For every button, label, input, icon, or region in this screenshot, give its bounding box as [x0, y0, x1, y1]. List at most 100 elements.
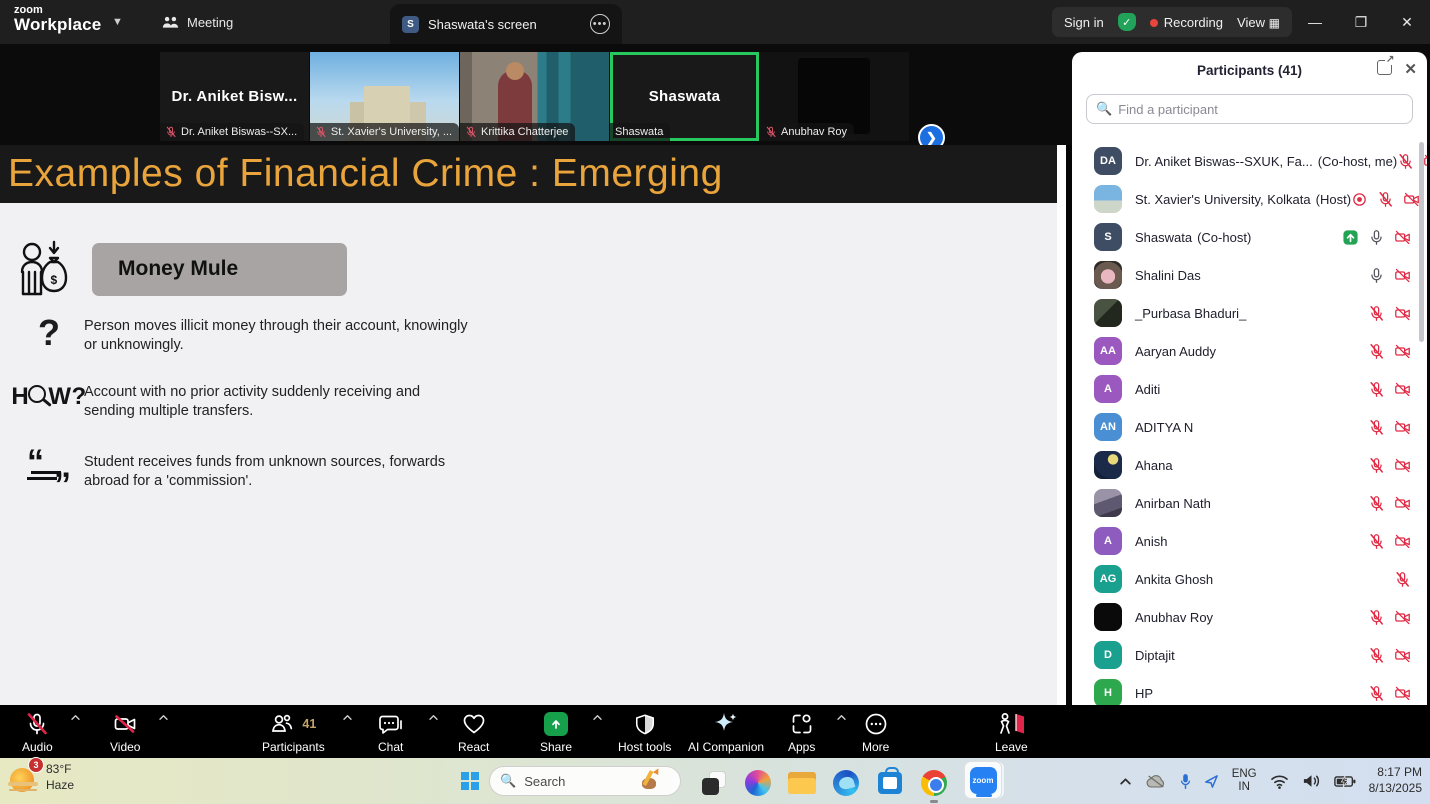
minimize-button[interactable]: —	[1292, 0, 1338, 44]
participant-row[interactable]: Anubhav Roy	[1072, 598, 1427, 636]
tab-meeting[interactable]: Meeting	[152, 8, 243, 36]
search-icon: 🔍	[1096, 101, 1113, 116]
participant-status-icons	[1368, 685, 1411, 702]
share-button[interactable]: Share	[540, 711, 572, 754]
participant-row[interactable]: D Diptajit	[1072, 636, 1427, 674]
avatar	[1094, 489, 1122, 517]
participant-row[interactable]: S Shaswata (Co-host)	[1072, 218, 1427, 256]
audio-button[interactable]: Audio	[22, 711, 53, 754]
avatar: D	[1094, 641, 1122, 669]
onedrive-cloud-icon[interactable]	[1145, 774, 1167, 789]
participant-row[interactable]: DA Dr. Aniket Biswas--SXUK, Fa... (Co-ho…	[1072, 142, 1427, 180]
host-tools-button[interactable]: Host tools	[618, 711, 671, 754]
participant-search-input[interactable]	[1118, 101, 1403, 117]
weather-condition: Haze	[46, 778, 75, 792]
microsoft-store-icon[interactable]	[876, 766, 904, 797]
video-options-caret[interactable]	[158, 714, 169, 721]
tray-mic-icon[interactable]	[1180, 773, 1191, 790]
participant-status-icons	[1368, 343, 1411, 360]
edge-browser-icon[interactable]	[832, 769, 860, 797]
video-tile-krittika[interactable]: Krittika Chatterjee	[460, 52, 609, 141]
participants-scrollbar[interactable]	[1419, 142, 1424, 342]
zoom-app-icon-active[interactable]: zoom	[964, 761, 1002, 799]
participant-row[interactable]: A Aditi	[1072, 370, 1427, 408]
restore-button[interactable]: ❐	[1338, 0, 1384, 44]
participant-status-icons	[1368, 419, 1411, 436]
avatar: AG	[1094, 565, 1122, 593]
participant-status-icons	[1351, 191, 1420, 208]
participant-search[interactable]: 🔍	[1086, 94, 1413, 124]
close-panel-icon[interactable]: ✕	[1404, 60, 1417, 78]
participant-row[interactable]: Ahana	[1072, 446, 1427, 484]
meeting-toolbar: Audio Video 41 Participants Chat React S…	[0, 705, 1430, 758]
avatar	[1094, 603, 1122, 631]
cam-off-icon	[1394, 533, 1411, 550]
participant-status-icons	[1394, 571, 1411, 588]
mic-off-icon	[1397, 153, 1414, 170]
share-options-caret[interactable]	[592, 714, 603, 721]
popout-icon[interactable]	[1377, 54, 1395, 75]
video-tile-anubhav[interactable]: Anubhav Roy	[760, 52, 909, 141]
slide-scrollbar[interactable]	[1057, 145, 1066, 705]
participant-row[interactable]: Anirban Nath	[1072, 484, 1427, 522]
security-shield-icon[interactable]: ✓	[1117, 13, 1136, 31]
chat-button[interactable]: Chat	[378, 711, 403, 754]
tab-shared-screen[interactable]: S Shaswata's screen •••	[390, 4, 622, 44]
file-explorer-icon[interactable]	[788, 769, 816, 797]
avatar	[1094, 299, 1122, 327]
tray-chevron-up-icon[interactable]	[1119, 777, 1132, 786]
leave-button[interactable]: Leave	[995, 711, 1028, 754]
mic-off-icon	[1368, 381, 1385, 398]
chevron-down-icon[interactable]: ▼	[112, 16, 123, 28]
shield-icon	[634, 711, 656, 737]
participant-row[interactable]: AG Ankita Ghosh	[1072, 560, 1427, 598]
mic-off-icon	[1368, 685, 1385, 702]
task-view-icon[interactable]	[700, 769, 728, 797]
weather-widget[interactable]: 3 83°F Haze	[8, 757, 75, 794]
video-tile-shaswata-active[interactable]: Shaswata Shaswata	[610, 52, 759, 141]
mic-off-icon	[1368, 495, 1385, 512]
chrome-icon[interactable]	[920, 769, 948, 803]
chat-options-caret[interactable]	[428, 714, 439, 721]
taskbar-search[interactable]: 🔍	[489, 766, 681, 796]
participant-role: (Co-host, me)	[1317, 153, 1398, 169]
language-indicator[interactable]: ENG IN	[1232, 768, 1257, 794]
copilot-icon[interactable]	[744, 769, 772, 797]
wifi-icon[interactable]	[1270, 774, 1289, 789]
participant-row[interactable]: St. Xavier's University, Kolkata (Host)	[1072, 180, 1427, 218]
tile-name-label: St. Xavier's University, ...	[310, 123, 459, 141]
view-button[interactable]: View ▦	[1237, 15, 1280, 30]
react-button[interactable]: React	[458, 711, 489, 754]
heart-icon	[462, 711, 486, 737]
participant-row[interactable]: Shalini Das	[1072, 256, 1427, 294]
mic-on-icon	[1368, 267, 1385, 284]
taskbar-search-input[interactable]	[524, 773, 625, 789]
participant-row[interactable]: AN ADITYA N	[1072, 408, 1427, 446]
participants-button[interactable]: 41 Participants	[262, 711, 325, 754]
sign-in-button[interactable]: Sign in	[1064, 15, 1104, 30]
video-tile-stxavier[interactable]: St. Xavier's University, ...	[310, 52, 459, 141]
video-button[interactable]: Video	[110, 711, 140, 754]
tile-name-label: Dr. Aniket Biswas--SX...	[160, 123, 305, 141]
share-icon	[1342, 229, 1359, 246]
participant-name: St. Xavier's University, Kolkata	[1135, 191, 1311, 207]
apps-button[interactable]: Apps	[788, 711, 815, 754]
tab-options-icon[interactable]: •••	[590, 14, 610, 34]
participant-row[interactable]: _Purbasa Bhaduri_	[1072, 294, 1427, 332]
more-button[interactable]: More	[862, 711, 889, 754]
ai-companion-button[interactable]: AI Companion	[688, 711, 764, 754]
apps-options-caret[interactable]	[836, 714, 847, 721]
video-tile-aniket[interactable]: Dr. Aniket Bisw... Dr. Aniket Biswas--SX…	[160, 52, 309, 141]
battery-charging-icon[interactable]	[1333, 774, 1356, 788]
location-arrow-icon[interactable]	[1204, 774, 1219, 789]
participants-options-caret[interactable]	[342, 714, 353, 721]
start-button[interactable]	[461, 772, 479, 790]
close-button[interactable]: ✕	[1384, 0, 1430, 44]
recording-indicator[interactable]: Recording	[1149, 15, 1223, 30]
participant-status-icons	[1368, 647, 1411, 664]
speaker-icon[interactable]	[1302, 773, 1321, 789]
clock[interactable]: 8:17 PM 8/13/2025	[1369, 765, 1422, 796]
audio-options-caret[interactable]	[70, 714, 81, 721]
participant-row[interactable]: A Anish	[1072, 522, 1427, 560]
participant-row[interactable]: AA Aaryan Auddy	[1072, 332, 1427, 370]
